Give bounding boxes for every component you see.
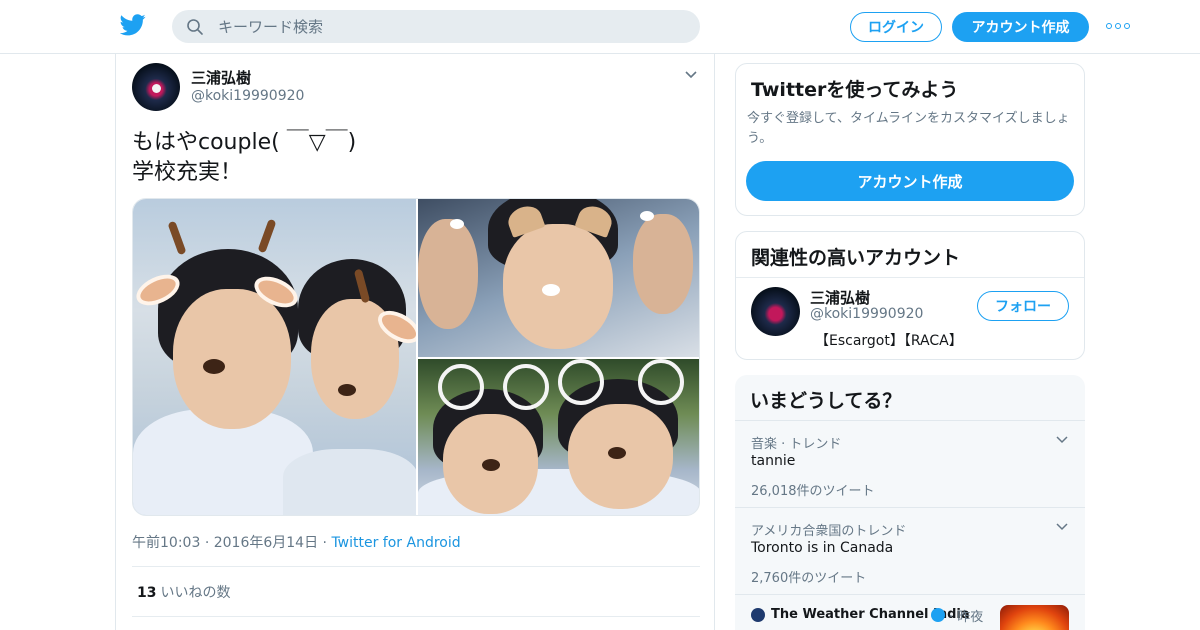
chevron-down-icon[interactable] xyxy=(684,68,698,82)
divider xyxy=(736,277,1084,278)
tweet-metadata: 午前10:03 · 2016年6月14日 · Twitter for Andro… xyxy=(132,535,461,551)
trend-count: 26,018件のツイート xyxy=(751,484,875,499)
trend-item[interactable]: アメリカ合衆国のトレンド Toronto is in Canada 2,760件… xyxy=(735,507,1085,594)
tweet-date[interactable]: 2016年6月14日 xyxy=(214,535,318,551)
related-account-name[interactable]: 三浦弘樹 xyxy=(810,287,870,308)
verified-badge-icon xyxy=(931,608,945,622)
top-nav-bar: キーワード検索 ログイン アカウント作成 xyxy=(0,0,1200,54)
signup-button[interactable]: アカウント作成 xyxy=(952,12,1089,42)
tweet-text: もはやcouple( ￣▽￣) 学校充実！ xyxy=(132,130,357,185)
tweet-time[interactable]: 午前10:03 xyxy=(132,535,200,551)
signup-card-title: Twitterを使ってみよう xyxy=(751,79,959,101)
tweet-media-grid[interactable] xyxy=(132,198,700,516)
like-label: いいねの数 xyxy=(160,585,231,601)
search-icon xyxy=(187,18,203,35)
author-name[interactable]: 三浦弘樹 xyxy=(191,67,251,88)
tweet-photo-1[interactable] xyxy=(133,199,416,515)
trends-card: いまどうしてる？ 音楽 · トレンド tannie 26,018件のツイート ア… xyxy=(735,375,1085,630)
tweet-photo-2[interactable] xyxy=(418,199,699,357)
chevron-down-icon[interactable] xyxy=(1055,433,1069,447)
login-button[interactable]: ログイン xyxy=(850,12,942,42)
like-count: 13 xyxy=(137,585,157,601)
tweet-detail: 三浦弘樹 @koki19990920 もはやcouple( ￣▽￣) 学校充実！ xyxy=(115,54,715,630)
signup-card: Twitterを使ってみよう 今すぐ登録して、タイムラインをカスタマイズしましょ… xyxy=(735,63,1085,216)
trend-name: tannie xyxy=(751,453,796,469)
trend-name: Toronto is in Canada xyxy=(751,540,894,556)
chevron-down-icon[interactable] xyxy=(1055,520,1069,534)
weather-channel-logo-icon xyxy=(751,608,765,622)
related-accounts-card: 関連性の高いアカウント 三浦弘樹 @koki19990920 【Escargot… xyxy=(735,231,1085,360)
trend-item[interactable]: 音楽 · トレンド tannie 26,018件のツイート xyxy=(735,420,1085,507)
more-options-icon[interactable] xyxy=(1106,20,1132,32)
related-accounts-title: 関連性の高いアカウント xyxy=(751,247,961,269)
search-placeholder: キーワード検索 xyxy=(218,18,324,36)
divider xyxy=(132,616,700,617)
follow-button[interactable]: フォロー xyxy=(977,291,1069,321)
promoted-thumbnail[interactable] xyxy=(1000,605,1069,630)
trend-count: 2,760件のツイート xyxy=(751,571,867,586)
related-account-handle[interactable]: @koki19990920 xyxy=(810,306,923,322)
related-account-bio: 【Escargot】【RACA】 xyxy=(815,333,963,349)
like-stats[interactable]: 13 いいねの数 xyxy=(137,582,230,602)
tweet-photo-3[interactable] xyxy=(418,359,699,515)
signup-card-button[interactable]: アカウント作成 xyxy=(746,161,1074,201)
search-input[interactable]: キーワード検索 xyxy=(172,10,700,43)
promoted-time: · 昨夜 xyxy=(949,610,984,625)
related-account-avatar[interactable] xyxy=(751,287,800,336)
trends-title: いまどうしてる？ xyxy=(750,390,902,412)
signup-card-description: 今すぐ登録して、タイムラインをカスタマイズしましょう。 xyxy=(747,111,1070,146)
twitter-bird-icon[interactable] xyxy=(120,14,146,36)
divider xyxy=(132,566,700,567)
tweet-source-link[interactable]: Twitter for Android xyxy=(331,535,460,551)
trend-context: アメリカ合衆国のトレンド xyxy=(751,524,907,539)
trend-context: 音楽 · トレンド xyxy=(751,437,842,452)
author-avatar[interactable] xyxy=(132,63,180,111)
author-handle[interactable]: @koki19990920 xyxy=(191,88,304,104)
